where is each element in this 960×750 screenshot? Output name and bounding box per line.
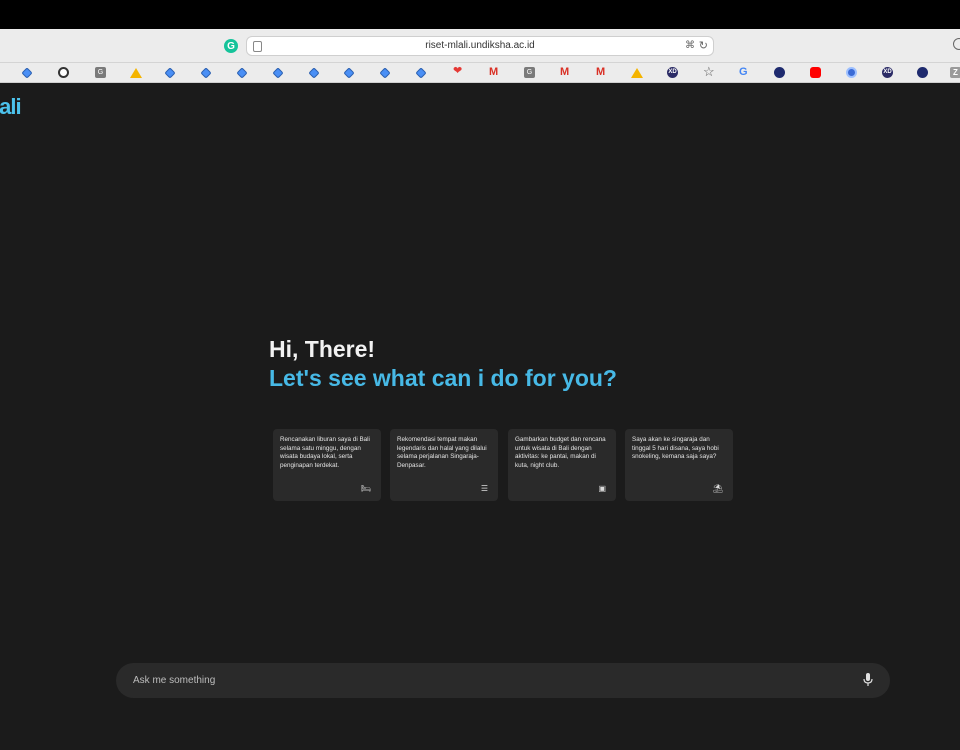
grammarly-square-icon[interactable]: G — [524, 67, 535, 78]
heart-icon[interactable]: ❤ — [453, 66, 464, 77]
z-square-icon[interactable]: Z — [950, 67, 960, 78]
suggestion-text: Rencanakan liburan saya di Bali selama s… — [280, 436, 370, 469]
crest-icon[interactable] — [917, 67, 928, 78]
suggestion-card[interactable]: Rencanakan liburan saya di Bali selama s… — [273, 429, 381, 501]
suggestion-text: Rekomendasi tempat makan legendaris dan … — [397, 436, 487, 469]
xd-icon[interactable]: XD — [667, 67, 678, 78]
top-system-bar — [0, 0, 960, 29]
grammarly-square-icon[interactable]: G — [95, 67, 106, 78]
gmail-icon[interactable]: M — [560, 67, 571, 78]
wreath-icon[interactable] — [846, 67, 857, 78]
google-drive-icon[interactable] — [631, 68, 643, 78]
diamond-icon[interactable] — [379, 67, 391, 79]
diamond-icon[interactable] — [343, 67, 355, 79]
diamond-icon[interactable] — [164, 67, 176, 79]
chat-input[interactable] — [133, 663, 833, 698]
app-main: lali Hi, There! Let's see what can i do … — [0, 84, 960, 750]
diamond-icon[interactable] — [308, 67, 320, 79]
suggestion-card[interactable]: Gambarkan budget dan rencana untuk wisat… — [508, 429, 616, 501]
xd-icon[interactable]: XD — [882, 67, 893, 78]
microphone-icon[interactable] — [863, 673, 873, 687]
translate-icon[interactable]: ⌘ — [685, 40, 695, 51]
url-text[interactable]: riset-mlali.undiksha.ac.id — [247, 40, 713, 51]
bookmarks-bar: G ❤ M G M M XD ☆ G XD Z — [0, 63, 960, 83]
beach-umbrella-icon: ⛱ — [712, 484, 723, 493]
star-icon[interactable]: ☆ — [703, 65, 715, 78]
diamond-icon[interactable] — [21, 67, 33, 79]
profile-icon[interactable] — [953, 38, 960, 50]
gmail-icon[interactable]: M — [489, 67, 500, 78]
address-bar[interactable]: riset-mlali.undiksha.ac.id ⌘ ↻ — [246, 36, 714, 56]
suggestion-card[interactable]: Saya akan ke singaraja dan tinggal 5 har… — [625, 429, 733, 501]
bed-icon: 🛏 — [360, 484, 371, 493]
app-logo[interactable]: lali — [0, 94, 22, 120]
google-icon[interactable]: G — [739, 67, 750, 78]
crest-icon[interactable] — [774, 67, 785, 78]
chat-bar — [116, 663, 890, 698]
diamond-icon[interactable] — [272, 67, 284, 79]
grammarly-icon[interactable]: G — [224, 39, 238, 53]
subgreeting-heading: Let's see what can i do for you? — [269, 365, 617, 391]
suggestion-text: Saya akan ke singaraja dan tinggal 5 har… — [632, 436, 719, 461]
diamond-icon[interactable] — [200, 67, 212, 79]
openai-icon[interactable] — [58, 67, 69, 78]
google-drive-icon[interactable] — [130, 68, 142, 78]
reload-icon[interactable]: ↻ — [699, 39, 708, 52]
list-icon: ☰ — [480, 484, 488, 493]
browser-toolbar: G riset-mlali.undiksha.ac.id ⌘ ↻ — [0, 29, 960, 63]
suggestion-card[interactable]: Rekomendasi tempat makan legendaris dan … — [390, 429, 498, 501]
youtube-icon[interactable] — [810, 67, 821, 78]
gmail-icon[interactable]: M — [596, 67, 607, 78]
greeting-heading: Hi, There! — [269, 336, 376, 362]
suggestion-text: Gambarkan budget dan rencana untuk wisat… — [515, 436, 606, 469]
money-icon: ▣ — [598, 484, 606, 493]
diamond-icon[interactable] — [236, 67, 248, 79]
diamond-icon[interactable] — [415, 67, 427, 79]
